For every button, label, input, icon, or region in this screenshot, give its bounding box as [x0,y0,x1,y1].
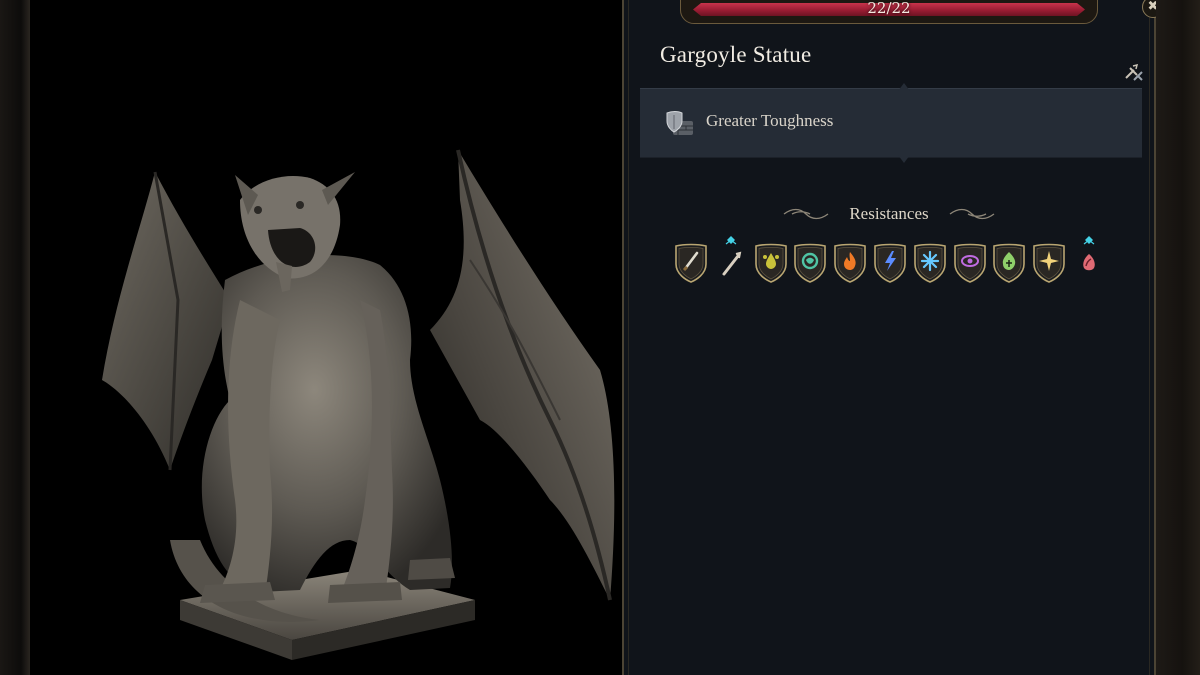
resistance-acid[interactable] [754,236,788,284]
resistance-poison[interactable] [793,236,827,284]
lightning-icon [874,243,906,283]
row-notch-bottom [898,155,910,163]
resistance-radiant[interactable] [1032,236,1066,284]
radiant-icon [1033,243,1065,283]
row-notch-top [898,83,910,91]
character-info-panel: 22/22 ✖ Gargoyle Statue Greater Toughnes… [622,0,1164,675]
psychic-icon [954,243,986,283]
resistance-force[interactable] [1072,236,1106,284]
resistances-title: Resistances [849,203,929,223]
poison-icon [794,243,826,283]
swap-weapons-icon[interactable] [1124,64,1144,82]
resistance-fire[interactable] [833,236,867,284]
resistance-slashing[interactable] [674,236,708,284]
acid-icon [755,243,787,283]
health-text: 22/22 [867,0,911,17]
flourish-right-icon [949,208,995,219]
resistance-psychic[interactable] [953,236,987,284]
shield-brick-icon [666,111,693,135]
resistance-cold[interactable] [913,236,947,284]
resistances-header: Resistances [624,203,1154,227]
creature-portrait [30,0,622,675]
creature-name: Gargoyle Statue [660,42,812,67]
resistance-necrotic[interactable] [992,236,1026,284]
cold-icon [914,243,946,283]
flourish-left-icon [783,208,829,219]
left-frame-edge [0,0,31,675]
resistance-piercing[interactable] [714,236,748,284]
slashing-icon [675,243,707,283]
fire-icon [834,243,866,283]
gargoyle-statue-image [102,149,615,660]
resistance-icons-row [674,236,1104,286]
health-bar-frame: 22/22 [680,0,1098,24]
inspect-screen: 22/22 ✖ Gargoyle Statue Greater Toughnes… [0,0,1200,675]
necrotic-icon [993,243,1025,283]
right-frame-edge [1156,0,1200,675]
force-icon [1083,236,1095,271]
feature-label: Greater Toughness [706,111,834,130]
feature-greater-toughness[interactable]: Greater Toughness [640,83,1142,163]
piercing-icon [722,236,742,276]
resistance-lightning[interactable] [873,236,907,284]
